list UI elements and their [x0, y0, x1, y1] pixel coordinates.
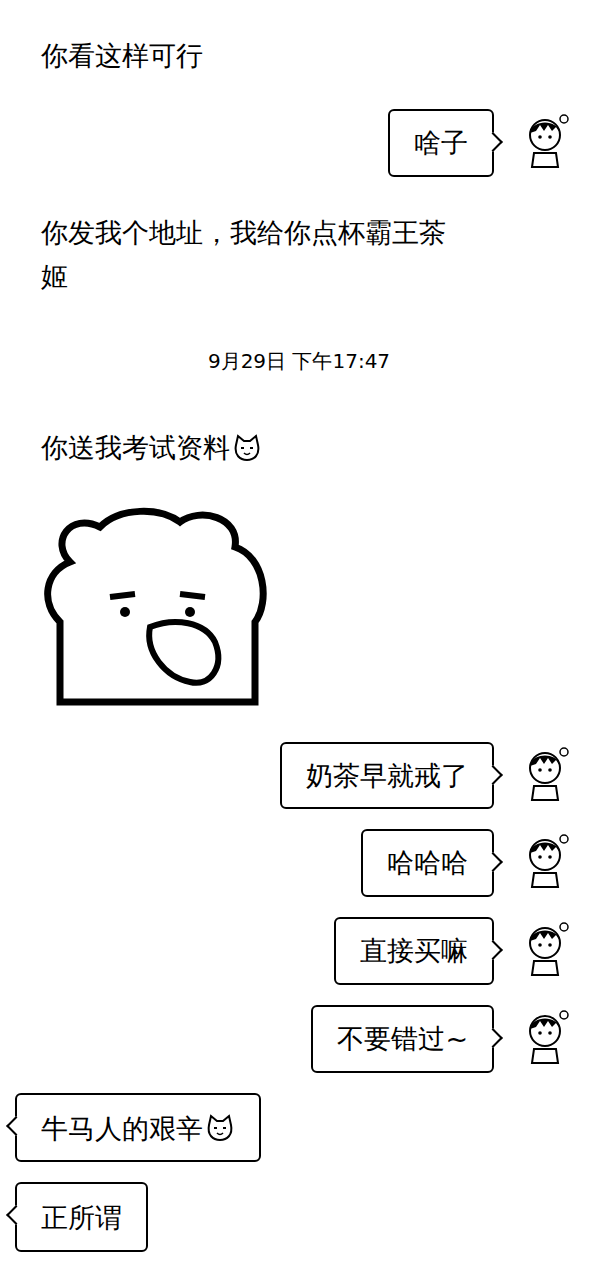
sticker-row	[0, 502, 598, 722]
message-row: 正所谓	[0, 1182, 598, 1251]
cat-emoji-icon	[205, 1113, 235, 1143]
message-bubble[interactable]: 奶茶早就戒了	[280, 742, 494, 810]
message-row: 奶茶早就戒了	[0, 742, 598, 810]
girl-avatar-icon[interactable]	[520, 113, 570, 169]
message-bubble[interactable]: 你送我考试资料	[15, 412, 288, 481]
message-bubble[interactable]: 牛马人的艰辛	[15, 1093, 261, 1162]
chat-screen: 你看这样可行啥子你发我个地址，我给你点杯霸王茶姬 9月29日 下午17:47 你送我…	[0, 0, 598, 1280]
message-row: 你看这样可行	[0, 20, 598, 89]
message-row: 啥子	[0, 109, 598, 177]
girl-avatar-icon[interactable]	[520, 1009, 570, 1065]
message-bubble[interactable]: 哈哈哈	[361, 829, 494, 897]
message-bubble[interactable]: 不要错过~	[311, 1005, 494, 1073]
girl-avatar-icon[interactable]	[520, 921, 570, 977]
timestamp: 9月29日 下午17:47	[0, 348, 598, 374]
message-row: 你发我个地址，我给你点杯霸王茶姬	[0, 197, 598, 310]
message-bubble[interactable]: 你看这样可行	[15, 20, 229, 89]
bear-sticker-icon[interactable]	[30, 502, 290, 722]
message-bubble[interactable]: 直接买嘛	[334, 917, 494, 985]
cat-emoji-icon	[232, 433, 262, 463]
message-row: 牛马人的艰辛	[0, 1093, 598, 1162]
message-row: 直接买嘛	[0, 917, 598, 985]
message-row: 你送我考试资料	[0, 412, 598, 481]
girl-avatar-icon[interactable]	[520, 833, 570, 889]
message-bubble[interactable]: 你发我个地址，我给你点杯霸王茶姬	[15, 197, 487, 310]
girl-avatar-icon[interactable]	[520, 746, 570, 802]
message-row: 哈哈哈	[0, 829, 598, 897]
message-row: 不要错过~	[0, 1005, 598, 1073]
message-bubble[interactable]: 啥子	[388, 109, 494, 177]
message-bubble[interactable]: 正所谓	[15, 1182, 148, 1251]
